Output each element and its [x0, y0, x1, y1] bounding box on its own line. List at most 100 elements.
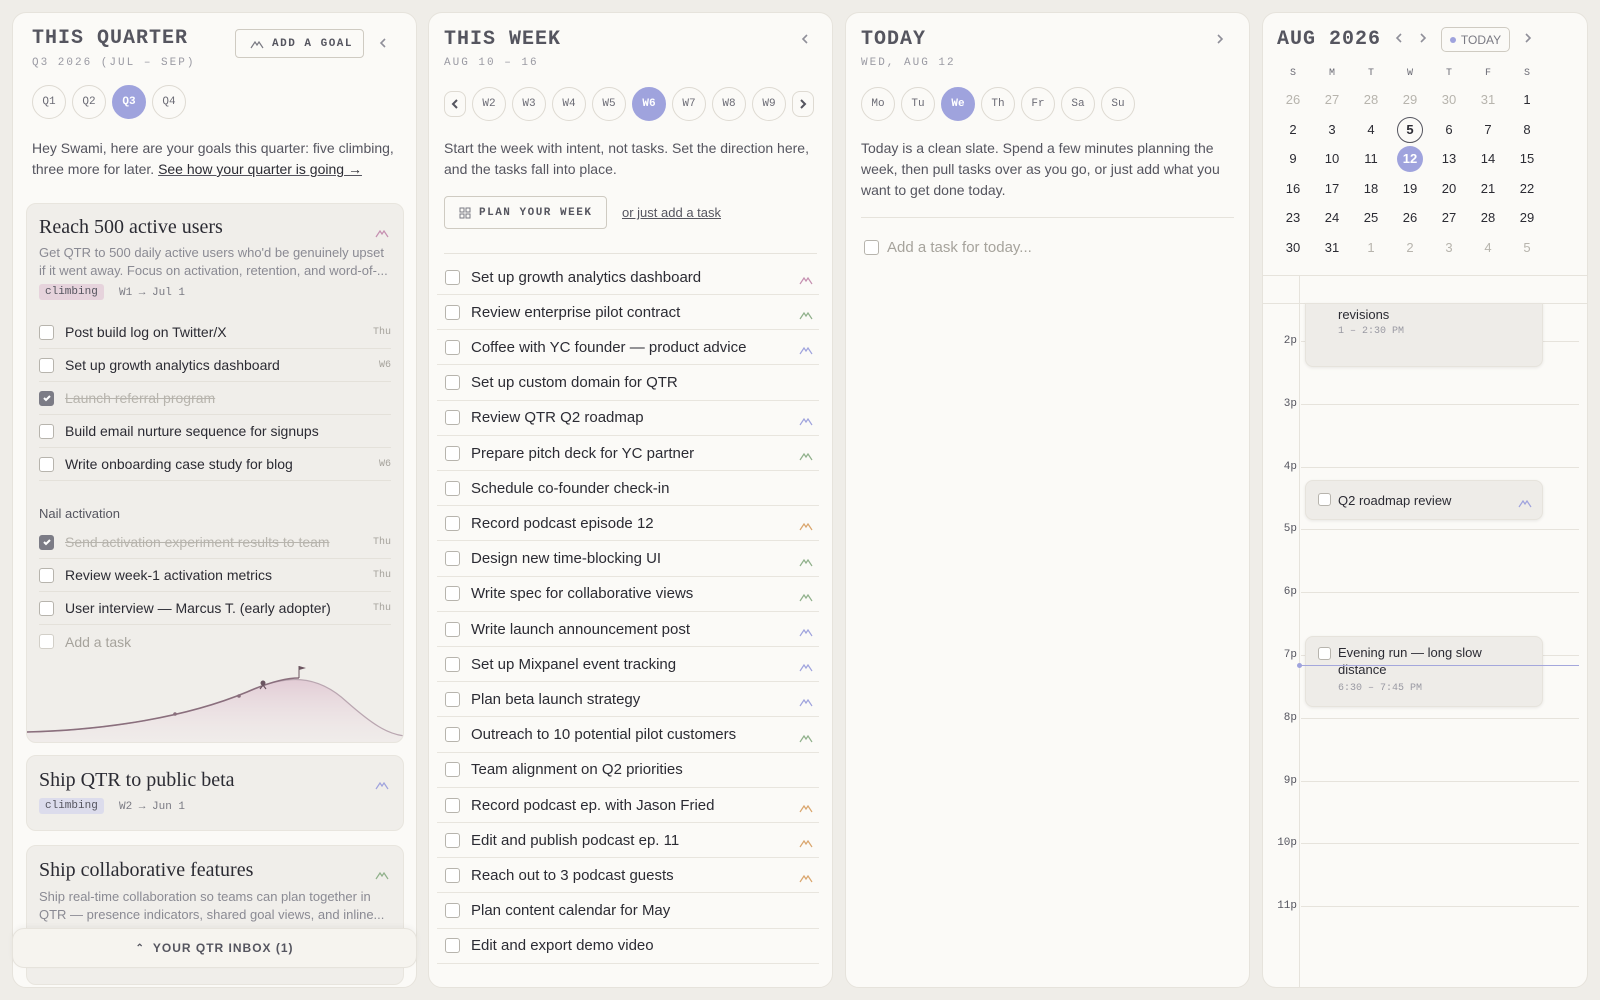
task-row[interactable]: Schedule co-founder check-in [437, 471, 819, 507]
task-checkbox[interactable] [39, 324, 54, 340]
task-checkbox[interactable] [445, 269, 460, 285]
quarter-pill[interactable]: Q3 [112, 85, 146, 119]
task-checkbox[interactable] [445, 375, 460, 391]
task-checkbox[interactable] [445, 656, 460, 672]
task-row[interactable]: Set up growth analytics dashboard W6 [39, 349, 391, 382]
today-add-row[interactable]: Add a task for today... [864, 239, 1032, 256]
task-checkbox[interactable] [445, 832, 460, 848]
calendar-day[interactable]: 15 [1514, 146, 1540, 172]
task-checkbox[interactable] [39, 634, 54, 649]
day-pill[interactable]: We [941, 87, 975, 121]
calendar-day[interactable]: 24 [1319, 205, 1345, 231]
task-checkbox[interactable] [39, 390, 54, 406]
task-row[interactable]: Team alignment on Q2 priorities [437, 753, 819, 788]
task-checkbox[interactable] [39, 600, 54, 616]
calendar-day[interactable]: 2 [1397, 235, 1423, 261]
day-pill[interactable]: Sa [1061, 87, 1095, 121]
task-checkbox[interactable] [445, 797, 460, 813]
task-checkbox[interactable] [445, 515, 460, 531]
task-row[interactable]: Design new time-blocking UI [437, 542, 819, 577]
calendar-day[interactable]: 30 [1436, 87, 1462, 113]
task-row[interactable]: Edit and export demo video [437, 929, 819, 964]
quarter-progress-link[interactable]: See how your quarter is going → [158, 161, 362, 177]
quarter-pill[interactable]: Q1 [32, 85, 66, 119]
inbox-bar[interactable]: ⌃ YOUR QTR INBOX (1) [12, 928, 417, 968]
chevron-right-icon[interactable] [1520, 31, 1536, 47]
calendar-day[interactable]: 10 [1319, 146, 1345, 172]
chevron-left-icon[interactable] [1391, 31, 1407, 47]
goal-card[interactable]: Reach 500 active users Get QTR to 500 da… [26, 203, 404, 743]
task-checkbox[interactable] [445, 938, 460, 954]
week-pill[interactable]: W4 [552, 87, 586, 121]
task-checkbox[interactable] [1318, 647, 1331, 660]
week-pill[interactable]: W9 [752, 87, 786, 121]
task-checkbox[interactable] [445, 480, 460, 496]
task-row[interactable]: Plan beta launch strategy [437, 682, 819, 718]
calendar-day[interactable]: 5 [1514, 235, 1540, 261]
task-checkbox[interactable] [445, 903, 460, 919]
task-row[interactable]: Build email nurture sequence for signups [39, 415, 391, 448]
task-checkbox[interactable] [445, 867, 460, 883]
calendar-day[interactable]: 2 [1280, 117, 1306, 143]
task-checkbox[interactable] [864, 240, 879, 255]
calendar-event[interactable]: revisions 1 – 2:30 PM [1305, 303, 1543, 367]
week-pill[interactable]: W3 [512, 87, 546, 121]
chevron-right-icon[interactable] [1415, 31, 1431, 47]
calendar-day[interactable]: 31 [1475, 87, 1501, 113]
task-row[interactable]: Review week-1 activation metrics Thu [39, 559, 391, 592]
calendar-event[interactable]: Q2 roadmap review [1305, 480, 1543, 520]
plan-week-button[interactable]: PLAN YOUR WEEK [444, 196, 607, 229]
task-checkbox[interactable] [1318, 493, 1331, 506]
chevron-left-icon[interactable] [797, 32, 813, 48]
task-checkbox[interactable] [39, 423, 54, 439]
task-row[interactable]: Set up custom domain for QTR [437, 366, 819, 401]
calendar-day[interactable]: 11 [1358, 146, 1384, 172]
calendar-day[interactable]: 7 [1475, 117, 1501, 143]
task-row[interactable]: Send activation experiment results to te… [39, 526, 391, 559]
task-checkbox[interactable] [445, 410, 460, 426]
calendar-day[interactable]: 29 [1514, 205, 1540, 231]
task-row[interactable]: Edit and publish podcast ep. 11 [437, 823, 819, 859]
task-row[interactable]: Write launch announcement post [437, 612, 819, 647]
calendar-day[interactable]: 3 [1319, 117, 1345, 143]
day-pill[interactable]: Su [1101, 87, 1135, 121]
task-checkbox[interactable] [39, 567, 54, 583]
task-checkbox[interactable] [445, 445, 460, 461]
task-row[interactable]: Review QTR Q2 roadmap [437, 401, 819, 436]
calendar-day[interactable]: 12 [1397, 146, 1423, 172]
task-checkbox[interactable] [445, 727, 460, 743]
calendar-day[interactable]: 30 [1280, 235, 1306, 261]
day-pill[interactable]: Mo [861, 87, 895, 121]
day-pill[interactable]: Fr [1021, 87, 1055, 121]
calendar-day[interactable]: 19 [1397, 176, 1423, 202]
calendar-day[interactable]: 17 [1319, 176, 1345, 202]
task-row[interactable]: Coffee with YC founder — product advice [437, 330, 819, 366]
task-row[interactable]: Outreach to 10 potential pilot customers [437, 718, 819, 753]
chevron-left-icon[interactable] [375, 36, 391, 52]
task-checkbox[interactable] [445, 304, 460, 320]
calendar-day[interactable]: 4 [1475, 235, 1501, 261]
day-pill[interactable]: Th [981, 87, 1015, 121]
week-pill[interactable]: W5 [592, 87, 626, 121]
calendar-day[interactable]: 5 [1397, 116, 1423, 143]
task-row[interactable]: Plan content calendar for May [437, 894, 819, 929]
calendar-day[interactable]: 3 [1436, 235, 1462, 261]
week-pill[interactable]: W7 [672, 87, 706, 121]
calendar-day[interactable]: 1 [1514, 87, 1540, 113]
calendar-day[interactable]: 28 [1475, 205, 1501, 231]
week-pill[interactable]: W8 [712, 87, 746, 121]
calendar-day[interactable]: 26 [1280, 87, 1306, 113]
calendar-day[interactable]: 29 [1397, 87, 1423, 113]
week-pill[interactable]: W2 [472, 87, 506, 121]
task-row[interactable]: Launch referral program [39, 382, 391, 415]
task-row[interactable]: User interview — Marcus T. (early adopte… [39, 592, 391, 625]
add-task-link[interactable]: or just add a task [622, 205, 721, 220]
calendar-day[interactable]: 26 [1397, 205, 1423, 231]
calendar-day[interactable]: 18 [1358, 176, 1384, 202]
task-checkbox[interactable] [445, 691, 460, 707]
calendar-day[interactable]: 8 [1514, 117, 1540, 143]
add-task-input[interactable]: Add a task [65, 634, 391, 650]
calendar-day[interactable]: 16 [1280, 176, 1306, 202]
calendar-day[interactable]: 22 [1514, 176, 1540, 202]
calendar-day[interactable]: 31 [1319, 235, 1345, 261]
